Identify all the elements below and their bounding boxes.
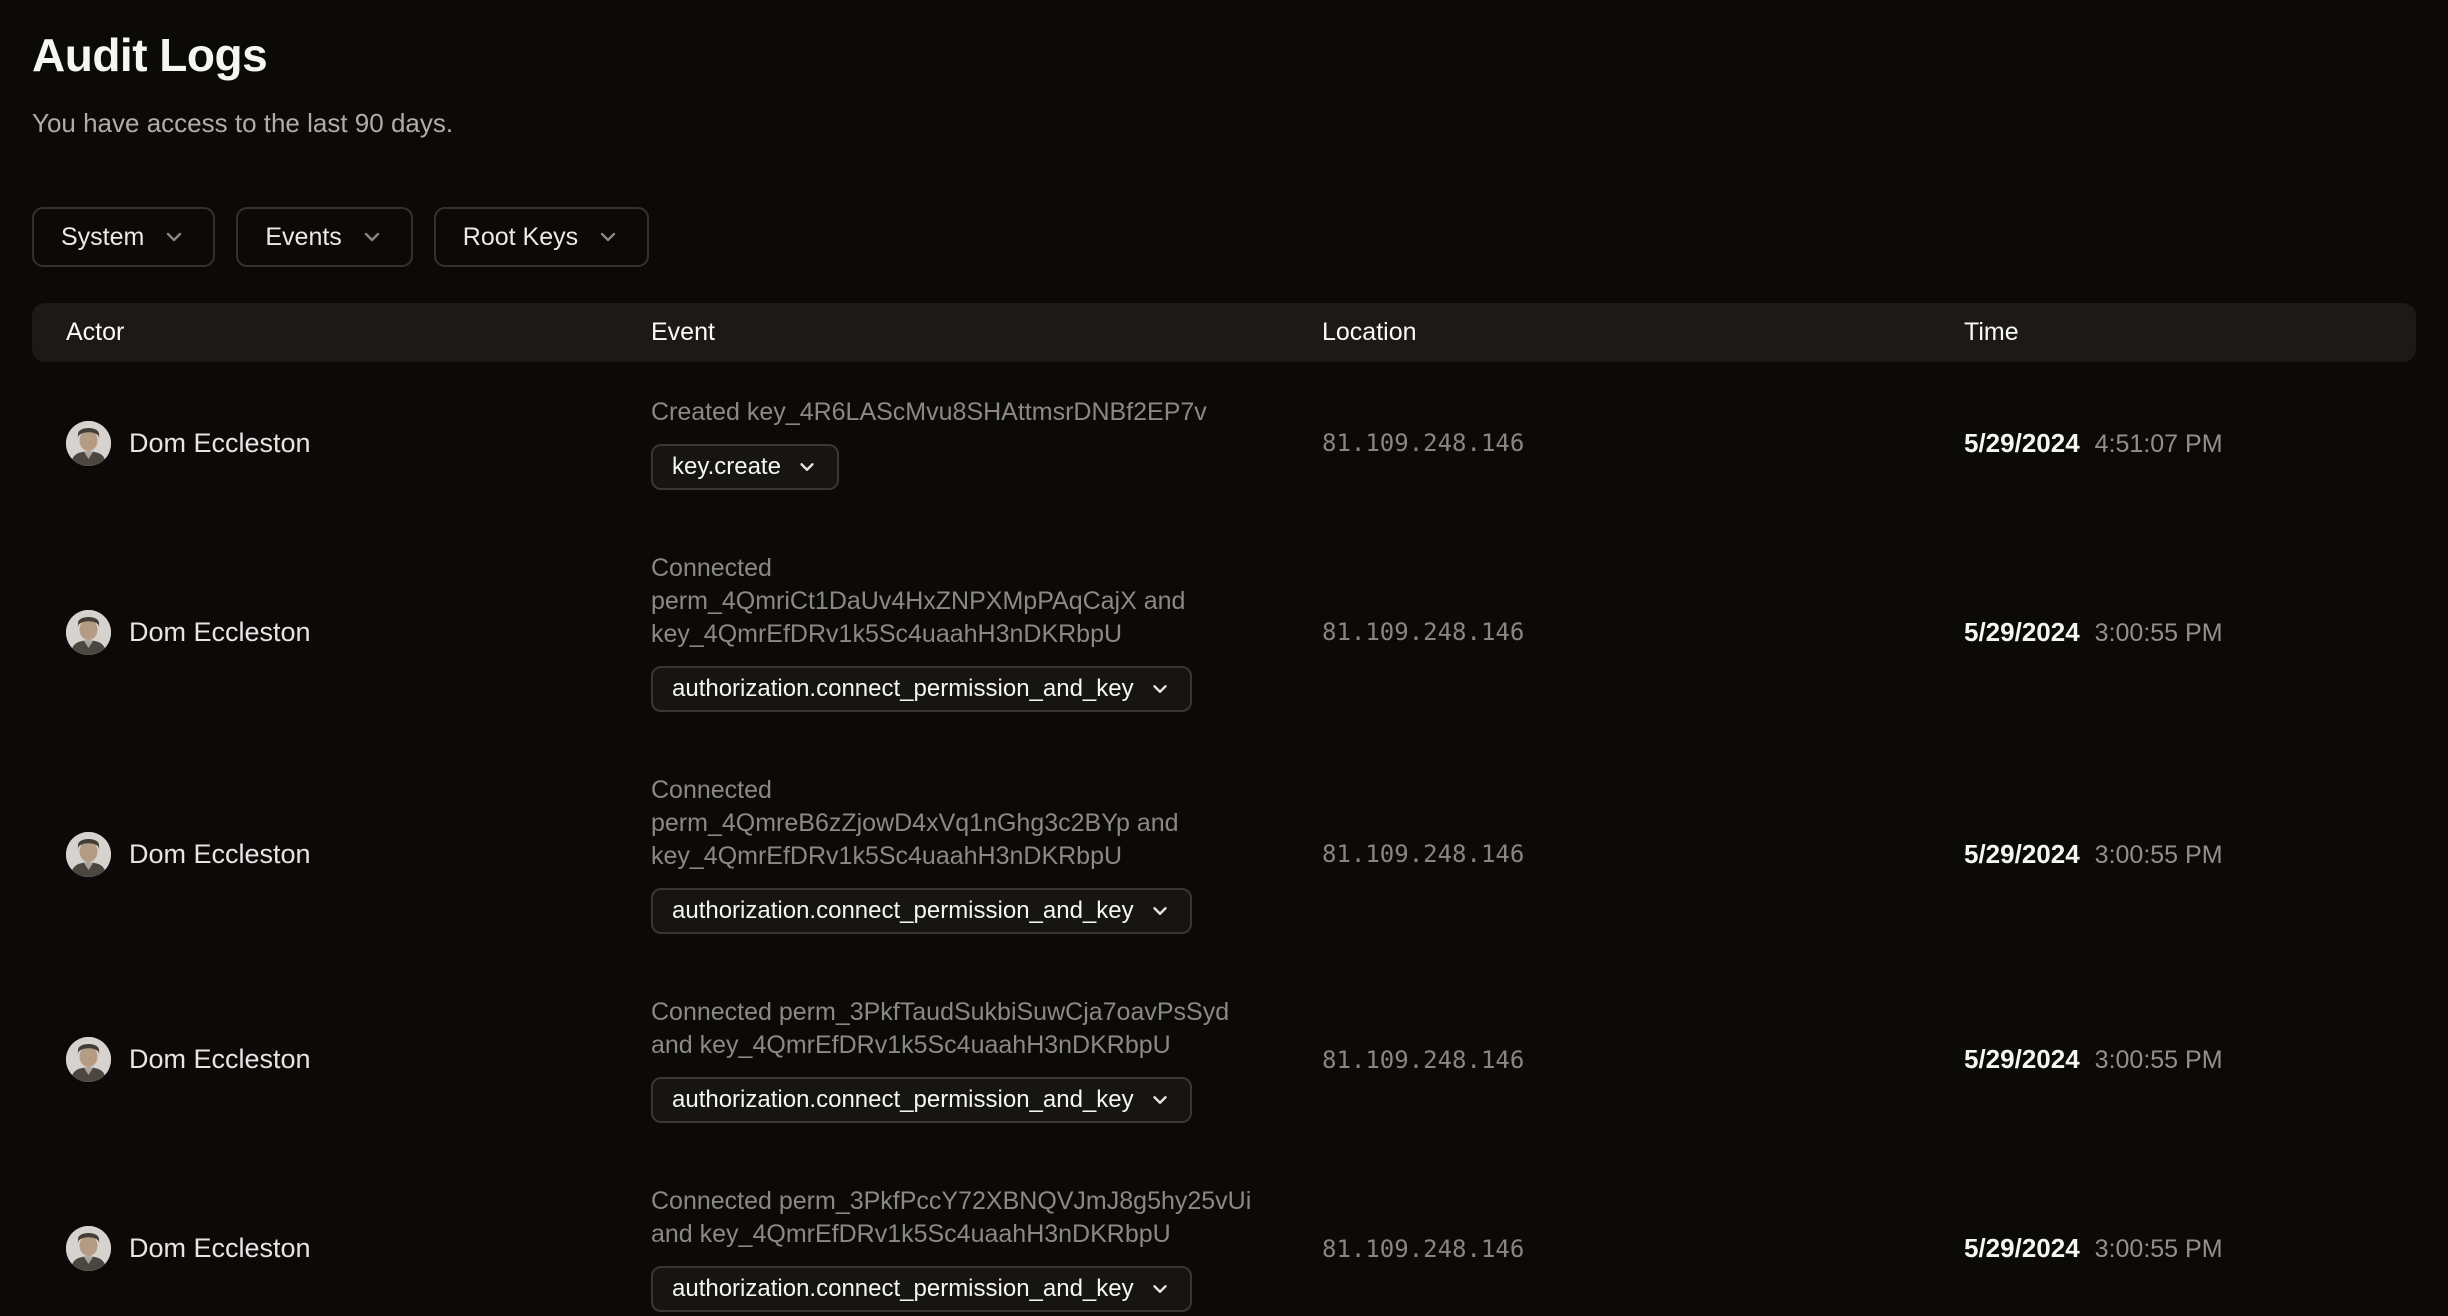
page-title: Audit Logs <box>32 29 268 81</box>
time-date: 5/29/2024 <box>1964 1044 2080 1074</box>
avatar <box>66 609 111 655</box>
time-cell: 5/29/2024 3:00:55 PM <box>1964 839 2416 870</box>
page-subtitle: You have access to the last 90 days. <box>32 108 454 138</box>
table-row: Dom Eccleston Connected perm_4QmriCt1DaUv… <box>32 521 2416 743</box>
avatar <box>66 420 111 466</box>
event-description: Connected perm_4QmreB6zZjowD4xVq1nGhg3c2B… <box>651 776 1179 870</box>
table-row: Dom Eccleston Connected perm_3PkfPccY72X… <box>32 1154 2416 1316</box>
table-body: Dom Eccleston Created key_4R6LAScMvu8SHA… <box>32 362 2416 1316</box>
time-clock: 3:00:55 PM <box>2094 840 2223 869</box>
avatar <box>66 1226 111 1271</box>
column-header-actor: Actor <box>66 318 125 346</box>
chevron-down-icon <box>360 225 384 249</box>
time-date: 5/29/2024 <box>1964 427 2080 458</box>
event-type-badge[interactable]: authorization.connect_permission_and_key <box>651 1077 1192 1123</box>
event-description: Connected perm_3PkfTaudSukbiSuwCja7oavPs… <box>651 998 1230 1059</box>
event-type-label: authorization.connect_permission_and_key <box>672 1275 1134 1302</box>
chevron-down-icon <box>1149 678 1171 700</box>
time-cell: 5/29/2024 3:00:55 PM <box>1964 617 2416 648</box>
event-description: Connected perm_4QmriCt1DaUv4HxZNPXMpPAqCa… <box>651 554 1186 648</box>
location-value: 81.109.248.146 <box>1322 1045 1525 1074</box>
table-row: Dom Eccleston Connected perm_3PkfTaudSuk… <box>32 965 2416 1154</box>
chevron-down-icon <box>1149 900 1171 922</box>
event-type-badge[interactable]: authorization.connect_permission_and_key <box>651 888 1192 934</box>
event-description: Created key_4R6LAScMvu8SHAttmsrDNBf2EP7v <box>651 398 1207 426</box>
location-value: 81.109.248.146 <box>1322 618 1525 646</box>
location-value: 81.109.248.146 <box>1322 429 1525 457</box>
time-cell: 5/29/2024 4:51:07 PM <box>1964 428 2416 459</box>
actor-name: Dom Eccleston <box>129 1044 311 1074</box>
event-cell: Connected perm_4QmreB6zZjowD4xVq1nGhg3c2B… <box>651 774 1322 934</box>
time-cell: 5/29/2024 3:00:55 PM <box>1964 1044 2416 1075</box>
event-type-label: key.create <box>672 453 781 480</box>
chevron-down-icon <box>796 456 818 478</box>
root-keys-filter-button[interactable]: Root Keys <box>433 207 650 267</box>
time-cell: 5/29/2024 3:00:55 PM <box>1964 1233 2416 1264</box>
event-type-badge[interactable]: key.create <box>651 444 839 490</box>
time-date: 5/29/2024 <box>1964 838 2080 869</box>
actor-name: Dom Eccleston <box>129 838 311 869</box>
column-header-time: Time <box>1964 318 2019 346</box>
chevron-down-icon <box>596 225 620 249</box>
location-value: 81.109.248.146 <box>1322 840 1525 868</box>
avatar <box>66 831 111 877</box>
location-value: 81.109.248.146 <box>1322 1234 1525 1263</box>
audit-logs-page: Audit Logs You have access to the last 9… <box>0 0 2448 1316</box>
table-row: Dom Eccleston Connected perm_4QmreB6zZjow… <box>32 743 2416 965</box>
system-filter-label: System <box>61 222 145 251</box>
actor-cell: Dom Eccleston <box>66 420 651 466</box>
time-date: 5/29/2024 <box>1964 616 2080 647</box>
event-type-badge[interactable]: authorization.connect_permission_and_key <box>651 666 1192 712</box>
column-header-location: Location <box>1322 318 1417 346</box>
event-cell: Connected perm_4QmriCt1DaUv4HxZNPXMpPAqCa… <box>651 552 1322 712</box>
chevron-down-icon <box>1149 1089 1171 1111</box>
event-cell: Connected perm_3PkfTaudSukbiSuwCja7oavPs… <box>651 996 1322 1123</box>
time-clock: 4:51:07 PM <box>2094 429 2223 458</box>
events-filter-label: Events <box>265 222 342 251</box>
audit-log-table: Actor Event Location Time Dom Eccleston … <box>32 303 2416 1316</box>
actor-cell: Dom Eccleston <box>66 831 651 877</box>
root-keys-filter-label: Root Keys <box>462 222 579 251</box>
chevron-down-icon <box>162 225 186 249</box>
event-type-label: authorization.connect_permission_and_key <box>672 897 1134 924</box>
time-date: 5/29/2024 <box>1964 1233 2080 1263</box>
actor-cell: Dom Eccleston <box>66 1037 651 1082</box>
event-cell: Created key_4R6LAScMvu8SHAttmsrDNBf2EP7v… <box>651 396 1322 490</box>
column-header-event: Event <box>651 318 715 346</box>
time-clock: 3:00:55 PM <box>2094 1046 2223 1074</box>
actor-cell: Dom Eccleston <box>66 609 651 655</box>
actor-name: Dom Eccleston <box>129 616 311 647</box>
table-row: Dom Eccleston Created key_4R6LAScMvu8SHA… <box>32 362 2416 521</box>
event-type-badge[interactable]: authorization.connect_permission_and_key <box>651 1266 1192 1312</box>
event-type-label: authorization.connect_permission_and_key <box>672 675 1134 702</box>
events-filter-button[interactable]: Events <box>236 207 413 267</box>
time-clock: 3:00:55 PM <box>2094 1235 2223 1263</box>
event-cell: Connected perm_3PkfPccY72XBNQVJmJ8g5hy25… <box>651 1185 1322 1312</box>
filter-bar: System Events Root Keys <box>32 207 2416 267</box>
actor-cell: Dom Eccleston <box>66 1226 651 1271</box>
event-description: Connected perm_3PkfPccY72XBNQVJmJ8g5hy25… <box>651 1187 1252 1248</box>
system-filter-button[interactable]: System <box>32 207 216 267</box>
actor-name: Dom Eccleston <box>129 427 311 458</box>
avatar <box>66 1037 111 1082</box>
actor-name: Dom Eccleston <box>129 1233 311 1263</box>
chevron-down-icon <box>1149 1278 1171 1300</box>
event-type-label: authorization.connect_permission_and_key <box>672 1086 1134 1113</box>
time-clock: 3:00:55 PM <box>2094 618 2223 647</box>
table-header: Actor Event Location Time <box>32 303 2416 362</box>
